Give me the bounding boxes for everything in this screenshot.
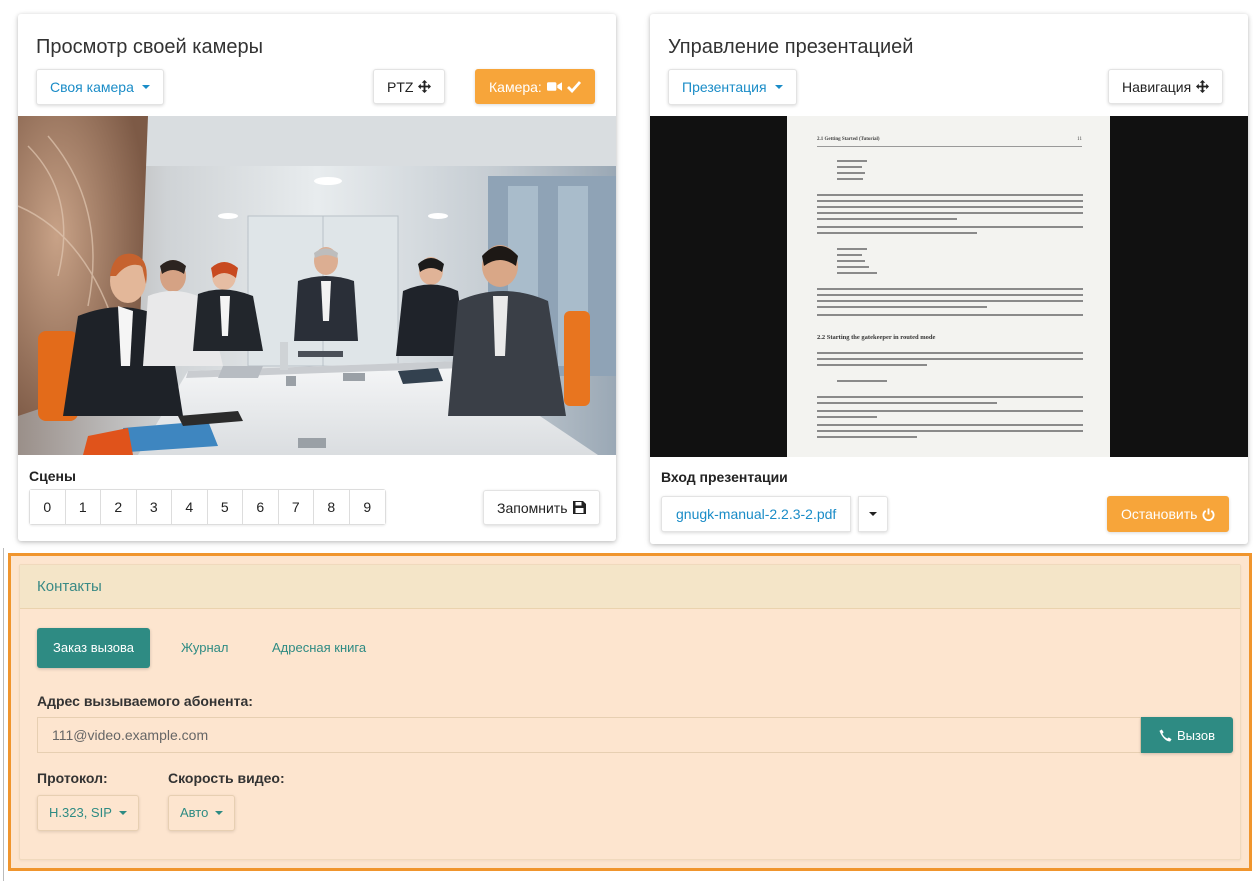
video-camera-icon (546, 82, 562, 91)
caret-down-icon (774, 85, 783, 89)
scene-button-0[interactable]: 0 (30, 490, 66, 524)
caret-down-icon (869, 512, 877, 516)
caret-down-icon (141, 85, 150, 89)
camera-panel-title: Просмотр своей камеры (36, 36, 263, 58)
contacts-highlight-frame: Контакты Заказ вызова Журнал Адресная кн… (8, 553, 1252, 871)
scenes-label: Сцены (29, 468, 76, 484)
ptz-label: PTZ (387, 78, 414, 95)
protocol-label: Протокол: (37, 770, 108, 786)
presentation-file-name: gnugk-manual-2.2.3-2.pdf (676, 506, 837, 522)
presentation-input-label: Вход презентации (661, 469, 788, 485)
presentation-source-label: Презентация (682, 79, 767, 95)
scene-button-8[interactable]: 8 (314, 490, 350, 524)
presentation-file-select[interactable]: gnugk-manual-2.2.3-2.pdf (661, 496, 852, 532)
presentation-file-dropdown-toggle[interactable] (858, 496, 888, 532)
tab-journal[interactable]: Журнал (165, 628, 244, 668)
conference-room-picture (18, 116, 616, 455)
video-speed-value: Авто (180, 805, 209, 820)
save-scene-label: Запомнить (497, 499, 568, 516)
caret-down-icon (118, 811, 127, 815)
navigation-label: Навигация (1122, 78, 1192, 95)
presentation-source-dropdown[interactable]: Презентация (668, 69, 797, 105)
address-label: Адрес вызываемого абонента: (37, 693, 253, 709)
presentation-panel: Управление презентацией Презентация Нави… (650, 14, 1248, 544)
floppy-disk-icon (572, 501, 586, 514)
checkmark-icon (566, 80, 581, 93)
tab-call-order[interactable]: Заказ вызова (37, 628, 150, 668)
page-edge-line (3, 548, 4, 881)
camera-source-label: Своя камера (50, 79, 134, 95)
camera-toggle-label: Камера: (489, 78, 542, 95)
protocol-value: H.323, SIP (49, 805, 112, 820)
call-button[interactable]: Вызов (1141, 717, 1233, 753)
contacts-title: Контакты (20, 565, 1240, 609)
camera-toggle-button[interactable]: Камера: (475, 69, 595, 104)
document-section-heading: 2.2 Starting the gatekeeper in routed mo… (817, 334, 936, 341)
address-input[interactable] (37, 717, 1141, 753)
stop-presentation-button[interactable]: Остановить (1107, 496, 1230, 532)
phone-icon (1159, 728, 1172, 742)
document-text-lines (817, 160, 1083, 438)
move-arrows-icon (418, 80, 432, 93)
ptz-button[interactable]: PTZ (373, 69, 446, 104)
scenes-button-group: 0 1 2 3 4 5 6 7 8 9 (29, 489, 386, 525)
scene-button-6[interactable]: 6 (243, 490, 279, 524)
document-page: 2.1 Getting Started (Tutorial) 11 2.2 St… (787, 116, 1110, 457)
camera-panel: Просмотр своей камеры Своя камера PTZ Ка… (18, 14, 616, 541)
caret-down-icon (215, 811, 224, 815)
scene-button-1[interactable]: 1 (65, 490, 101, 524)
camera-preview-image (18, 116, 616, 455)
scene-button-4[interactable]: 4 (172, 490, 208, 524)
scene-button-5[interactable]: 5 (207, 490, 243, 524)
scene-button-9[interactable]: 9 (349, 490, 385, 524)
video-speed-dropdown[interactable]: Авто (168, 795, 236, 831)
contacts-panel: Контакты Заказ вызова Журнал Адресная кн… (19, 564, 1241, 860)
presentation-preview: 2.1 Getting Started (Tutorial) 11 2.2 St… (650, 116, 1248, 457)
protocol-dropdown[interactable]: H.323, SIP (37, 795, 139, 831)
stop-presentation-label: Остановить (1121, 506, 1198, 522)
power-icon (1202, 507, 1215, 521)
scene-button-7[interactable]: 7 (278, 490, 314, 524)
call-button-label: Вызов (1177, 727, 1215, 743)
presentation-panel-title: Управление презентацией (668, 36, 914, 58)
video-speed-label: Скорость видео: (168, 770, 285, 786)
tab-address-book[interactable]: Адресная книга (256, 628, 382, 668)
move-arrows-icon (1196, 80, 1210, 93)
camera-source-dropdown[interactable]: Своя камера (36, 69, 164, 105)
navigation-button[interactable]: Навигация (1108, 69, 1224, 104)
save-scene-button[interactable]: Запомнить (483, 490, 600, 525)
scene-button-3[interactable]: 3 (136, 490, 172, 524)
scene-button-2[interactable]: 2 (101, 490, 137, 524)
